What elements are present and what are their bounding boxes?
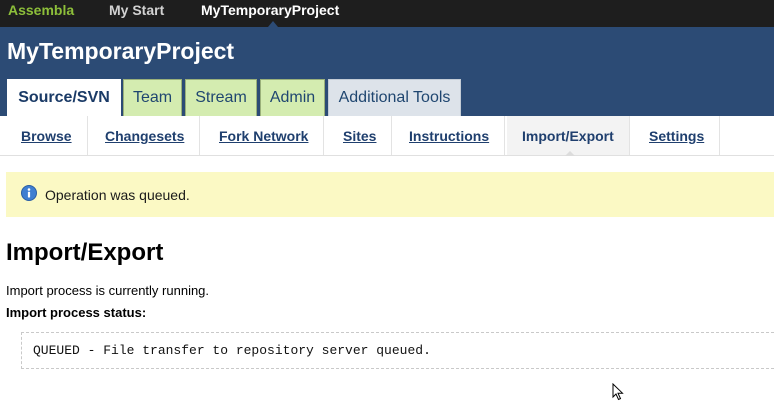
notice-banner: Operation was queued.	[6, 172, 774, 217]
my-start-link[interactable]: My Start	[109, 2, 164, 18]
current-project-link[interactable]: MyTemporaryProject	[201, 2, 339, 18]
tab-additional-tools[interactable]: Additional Tools	[328, 79, 461, 116]
project-title: MyTemporaryProject	[7, 38, 235, 64]
subnav-settings[interactable]: Settings	[634, 116, 721, 155]
project-header: MyTemporaryProject Source/SVN Team Strea…	[0, 27, 774, 116]
status-description: Import process is currently running.	[6, 283, 210, 298]
subnav-sites[interactable]: Sites	[328, 116, 393, 155]
subnav-browse[interactable]: Browse	[6, 116, 88, 155]
mouse-cursor-icon	[612, 383, 624, 401]
status-output-text: QUEUED - File transfer to repository ser…	[33, 343, 431, 358]
notice-message: Operation was queued.	[45, 187, 190, 203]
subnav-instructions[interactable]: Instructions	[394, 116, 506, 155]
page-title: Import/Export	[6, 239, 164, 266]
subnav-changesets[interactable]: Changesets	[90, 116, 201, 155]
status-label: Import process status:	[6, 305, 147, 320]
tab-admin[interactable]: Admin	[260, 79, 325, 116]
assembla-logo-link[interactable]: Assembla	[8, 2, 74, 18]
top-navigation-bar: Assembla My Start MyTemporaryProject	[0, 0, 774, 27]
tab-source-svn[interactable]: Source/SVN	[7, 79, 121, 116]
subnav-import-export[interactable]: Import/Export	[507, 116, 630, 155]
tab-team[interactable]: Team	[123, 79, 182, 116]
info-icon	[21, 185, 37, 201]
subnav-active-caret-icon	[565, 151, 575, 156]
sub-navigation: Browse Changesets Fork Network Sites Ins…	[0, 116, 774, 156]
tab-stream[interactable]: Stream	[185, 79, 257, 116]
status-output-box: QUEUED - File transfer to repository ser…	[21, 332, 774, 369]
subnav-fork-network[interactable]: Fork Network	[204, 116, 325, 155]
